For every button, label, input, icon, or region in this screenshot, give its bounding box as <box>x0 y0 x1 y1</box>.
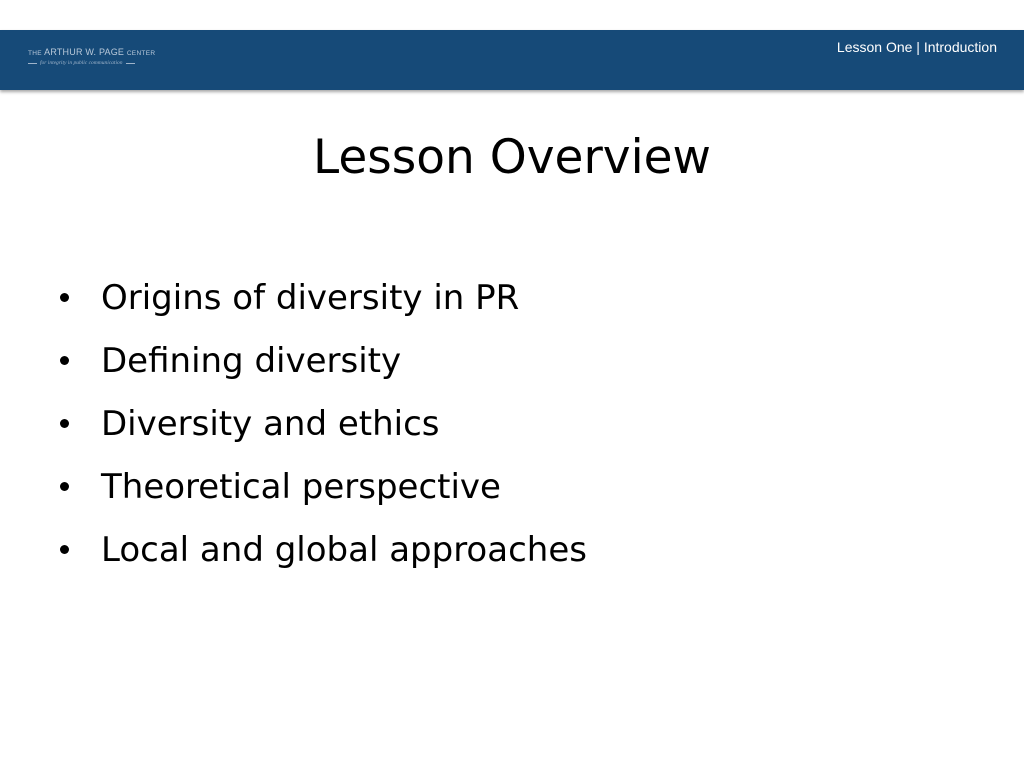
logo-name: ARTHUR W. PAGE <box>44 47 125 57</box>
bullet-item: Local and global approaches <box>56 526 587 589</box>
logo-rule-right <box>125 63 135 64</box>
bullet-dot-icon <box>60 293 69 302</box>
section-label: Lesson One | Introduction <box>836 39 997 55</box>
bullet-text: Local and global approaches <box>101 530 587 570</box>
arthur-w-page-center-logo: THE ARTHUR W. PAGE CENTER for integrity … <box>28 47 155 71</box>
header-bar: THE ARTHUR W. PAGE CENTER for integrity … <box>0 30 1024 90</box>
logo-tagline: for integrity in public communication <box>40 60 123 66</box>
bullet-item: Defining diversity <box>56 337 587 400</box>
bullet-item: Origins of diversity in PR <box>56 274 587 337</box>
bullet-dot-icon <box>60 545 69 554</box>
bullet-dot-icon <box>60 419 69 428</box>
bullet-list: Origins of diversity in PR Defining dive… <box>56 274 587 589</box>
bullet-dot-icon <box>60 356 69 365</box>
bullet-item: Theoretical perspective <box>56 463 587 526</box>
bullet-text: Defining diversity <box>101 341 402 381</box>
logo-tagline-row: for integrity in public communication <box>28 60 153 67</box>
slide-title: Lesson Overview <box>312 130 711 185</box>
logo-prefix: THE <box>28 50 42 57</box>
logo-wordmark: THE ARTHUR W. PAGE CENTER <box>28 47 155 59</box>
bullet-dot-icon <box>60 482 69 491</box>
logo-suffix: CENTER <box>126 50 156 57</box>
bullet-text: Diversity and ethics <box>101 404 440 444</box>
bullet-text: Theoretical perspective <box>101 467 501 507</box>
slide: THE ARTHUR W. PAGE CENTER for integrity … <box>0 0 1024 768</box>
bullet-text: Origins of diversity in PR <box>101 278 520 318</box>
bullet-item: Diversity and ethics <box>56 400 587 463</box>
logo-rule-left <box>28 63 37 64</box>
